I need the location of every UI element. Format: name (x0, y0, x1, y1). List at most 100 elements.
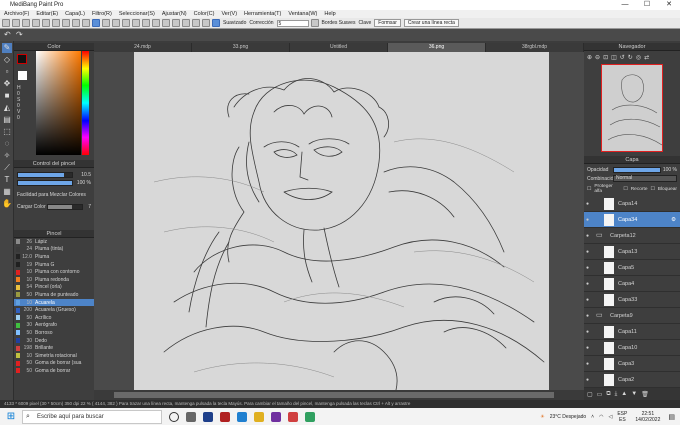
actual-size-icon[interactable]: ◫ (611, 54, 617, 61)
foreground-color-swatch[interactable] (17, 54, 27, 64)
move-down-icon[interactable]: ▼ (631, 391, 637, 397)
minimize-button[interactable]: — (614, 0, 636, 10)
language-indicator[interactable]: ESP ES (617, 411, 627, 423)
menu-filtro[interactable]: Filtro(R) (92, 11, 112, 17)
reset-rotation-icon[interactable]: ◎ (636, 54, 641, 61)
visibility-eye-icon[interactable]: ● (586, 345, 592, 351)
pen-mode-icon[interactable] (92, 19, 100, 27)
line-mode-icon[interactable] (102, 19, 110, 27)
brush-item[interactable]: 10 Acuarela (14, 298, 94, 307)
move-up-icon[interactable]: ▲ (621, 391, 627, 397)
eraser-option-icon[interactable] (82, 19, 90, 27)
visibility-eye-icon[interactable]: ● (586, 377, 592, 383)
snap-mode-icon[interactable] (202, 19, 210, 27)
hue-slider[interactable] (82, 51, 89, 155)
brush-item[interactable]: 50 Acrílico (14, 314, 94, 322)
layer-row[interactable]: ● Capa3 (584, 356, 680, 372)
brush-item[interactable]: 26 Lápiz (14, 238, 94, 246)
magic-wand-tool-icon[interactable]: ✧ (2, 151, 12, 161)
menu-color[interactable]: Color(C) (194, 11, 215, 17)
tab-36-png[interactable]: 36.png (388, 43, 486, 52)
brush-item[interactable]: 10 Simetría rotacional (14, 352, 94, 360)
flip-icon[interactable]: ⇄ (644, 54, 649, 61)
move-tool-icon[interactable]: ✥ (2, 79, 12, 89)
close-button[interactable]: ✕ (658, 0, 680, 10)
medibang-app-icon[interactable] (203, 411, 213, 422)
layer-row[interactable]: ● Capa14 (584, 196, 680, 212)
shape-tool-icon[interactable]: ■ (2, 91, 12, 101)
visibility-eye-icon[interactable]: ● (586, 281, 592, 287)
layer-opacity-slider[interactable] (613, 167, 661, 173)
brush-item[interactable]: 200 Acuarela (Grueso) (14, 306, 94, 314)
eraser-tool-icon[interactable]: ◇ (2, 55, 12, 65)
new-folder-icon[interactable]: ▭ (597, 391, 603, 398)
tab-38rgbl-mdp[interactable]: 38rgbl.mdp (486, 43, 584, 52)
blend-mode-select[interactable]: Normal (613, 175, 677, 182)
layer-folder-row[interactable]: ● ▭ Carpeta9 (584, 308, 680, 324)
taskbar-search-box[interactable]: ⌕ Escribe aquí para buscar (22, 409, 162, 424)
canvas-scroll-thumb[interactable] (114, 392, 554, 398)
fill-tool-icon[interactable]: ◭ (2, 103, 12, 113)
windows-start-icon[interactable]: ⊞ (4, 410, 18, 424)
canvas-area[interactable] (94, 52, 584, 390)
app-icon-red[interactable] (288, 411, 298, 422)
lock-checkbox[interactable]: ☐ (650, 187, 654, 192)
layer-row[interactable]: ● Capa10 (584, 340, 680, 356)
brush-item[interactable]: 30 Aerógrafo (14, 322, 94, 330)
fit-window-icon[interactable]: ⊡ (603, 54, 608, 61)
maximize-button[interactable]: ☐ (636, 0, 658, 10)
brush-item[interactable]: 50 Borroso (14, 329, 94, 337)
menu-archivo[interactable]: Archivo(F) (4, 11, 29, 17)
duplicate-layer-icon[interactable]: ⧉ (606, 391, 610, 398)
menu-ventana[interactable]: Ventana(W) (288, 11, 317, 17)
new-layer-icon[interactable]: ▢ (587, 391, 593, 398)
brush-opacity-slider[interactable] (17, 180, 73, 186)
stamp-option-icon[interactable] (12, 19, 20, 27)
layer-row[interactable]: ● Capa34 ⚙ (584, 212, 680, 228)
brush-item[interactable]: 50 Goma de borrar (14, 367, 94, 375)
clipping-checkbox[interactable]: ☐ (623, 187, 627, 192)
menu-ver[interactable]: Ver(V) (221, 11, 237, 17)
brush-item[interactable]: 19 Pluma G (14, 261, 94, 269)
shape-option-icon[interactable] (32, 19, 40, 27)
dot-tool-icon[interactable]: ▫ (2, 67, 12, 77)
cortana-icon[interactable] (169, 411, 179, 422)
tab-24-mdp[interactable]: 24.mdp (94, 43, 192, 52)
brush-item[interactable]: 50 Pluma de punteado (14, 291, 94, 299)
volume-icon[interactable]: ◁ (608, 414, 612, 420)
visibility-eye-icon[interactable]: ● (586, 217, 592, 223)
notifications-icon[interactable]: ▤ (668, 413, 675, 421)
visibility-eye-icon[interactable]: ● (586, 361, 592, 367)
visibility-eye-icon[interactable]: ● (586, 233, 592, 239)
brush-tool-icon[interactable]: ✎ (2, 43, 12, 53)
menu-help[interactable]: Help (324, 11, 335, 17)
menu-herramienta[interactable]: Herramienta(T) (244, 11, 281, 17)
explorer-app-icon[interactable] (254, 411, 264, 422)
zoom-in-icon[interactable]: ⊕ (587, 54, 592, 61)
rotate-right-icon[interactable]: ↻ (628, 54, 633, 61)
layer-row[interactable]: ● Capa11 (584, 324, 680, 340)
soft-edges-checkbox[interactable] (310, 19, 319, 27)
formsar-button[interactable]: Formsar (374, 19, 401, 27)
menu-capa[interactable]: Capa(L) (65, 11, 85, 17)
brush-item[interactable]: 54 Pincel (orla) (14, 284, 94, 292)
text-tool-icon[interactable]: T (2, 175, 12, 185)
menu-ajustar[interactable]: Ajustar(N) (162, 11, 187, 17)
brush-item[interactable]: 30 Dedo (14, 337, 94, 345)
fill-option-icon[interactable] (42, 19, 50, 27)
correction-select[interactable]: 5 (276, 19, 309, 27)
brush-size-slider[interactable] (17, 172, 73, 178)
rotate-left-icon[interactable]: ↺ (620, 54, 625, 61)
task-view-icon[interactable] (186, 411, 196, 422)
move-option-icon[interactable] (72, 19, 80, 27)
brush-item[interactable]: 12.0 Pluma (14, 253, 94, 261)
parallel-mode-icon[interactable] (162, 19, 170, 27)
delete-layer-icon[interactable]: 🗑 (641, 391, 649, 398)
hand-tool-icon[interactable]: ✋ (2, 199, 12, 209)
brush-option-icon[interactable] (2, 19, 10, 27)
straight-line-button[interactable]: Crear una línea recta (403, 19, 459, 27)
visibility-eye-icon[interactable]: ● (586, 249, 592, 255)
visibility-eye-icon[interactable]: ● (586, 265, 592, 271)
navigator-thumbnail[interactable] (601, 64, 663, 152)
background-color-swatch[interactable] (18, 71, 27, 80)
